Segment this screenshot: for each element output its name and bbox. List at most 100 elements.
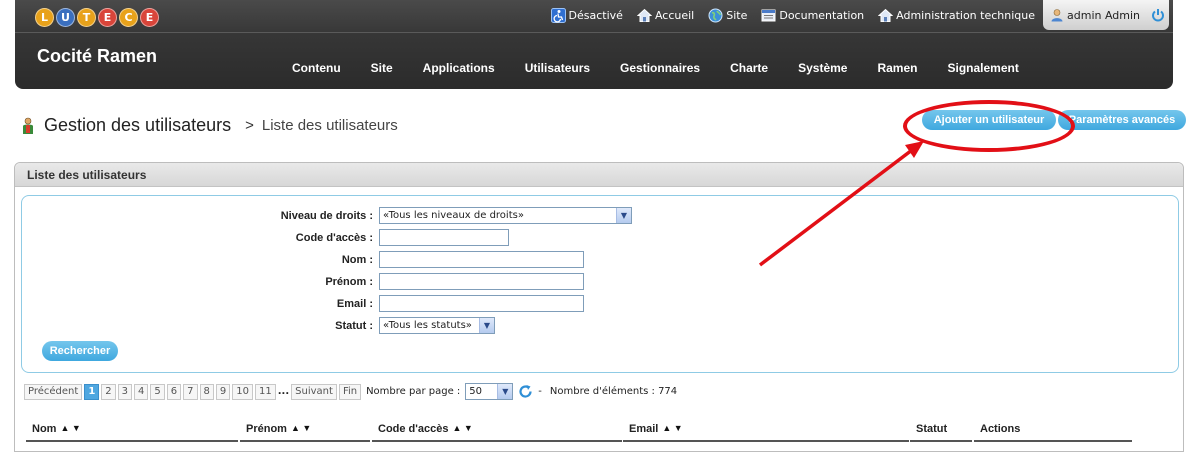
email-label: Email :: [336, 297, 373, 310]
pagination-ellipsis: ...: [277, 386, 290, 397]
top-header: L U T E C E Désactivé Accueil Site Docum…: [15, 0, 1173, 89]
status-label: Statut :: [335, 319, 373, 332]
filter-row-first-name: Prénom :: [22, 273, 584, 290]
nav-item-contenu[interactable]: Contenu: [277, 61, 356, 75]
first-name-input[interactable]: [379, 273, 584, 290]
pagination-page[interactable]: 11: [255, 383, 276, 400]
header-top-bar: L U T E C E Désactivé Accueil Site Docum…: [15, 0, 1173, 33]
refresh-icon[interactable]: [518, 384, 533, 399]
column-label: Prénom: [246, 423, 287, 435]
page-subtitle: Liste des utilisateurs: [261, 117, 398, 134]
breadcrumb-separator: >: [245, 117, 254, 134]
level-select[interactable]: «Tous les niveaux de droits» ▼: [379, 207, 632, 224]
column-header-email[interactable]: Email ▲ ▼: [623, 420, 909, 442]
column-label: Statut: [916, 423, 948, 435]
nav-item-applications[interactable]: Applications: [408, 61, 510, 75]
nav-item-gestionnaires[interactable]: Gestionnaires: [605, 61, 715, 75]
column-header-status: Statut: [910, 420, 972, 442]
user-icon: [1050, 8, 1064, 22]
pagination-page[interactable]: 3: [117, 383, 133, 400]
access-code-label: Code d'accès :: [295, 231, 373, 244]
home-link[interactable]: Accueil: [636, 8, 695, 23]
site-link[interactable]: Site: [708, 8, 747, 23]
pagination-page[interactable]: 6: [166, 383, 182, 400]
lutece-logo[interactable]: L U T E C E: [35, 8, 159, 29]
filter-row-status: Statut : «Tous les statuts» ▼: [22, 317, 495, 334]
email-input[interactable]: [379, 295, 584, 312]
column-label: Nom: [32, 423, 57, 435]
filter-row-access-code: Code d'accès :: [22, 229, 509, 246]
sort-icon[interactable]: ▲ ▼: [452, 423, 472, 440]
access-code-input[interactable]: [379, 229, 509, 246]
per-page-label: Nombre par page :: [366, 386, 461, 397]
search-filters: Niveau de droits : «Tous les niveaux de …: [21, 195, 1179, 373]
logo-letter: T: [77, 8, 96, 27]
filter-row-email: Email :: [22, 295, 584, 312]
column-header-last-name[interactable]: Nom ▲ ▼: [26, 420, 238, 442]
user-name[interactable]: admin Admin: [1067, 9, 1140, 22]
column-label: Actions: [980, 423, 1021, 435]
pagination-page[interactable]: 10: [232, 383, 254, 400]
status-select-value: «Tous les statuts»: [383, 320, 472, 331]
documentation-link[interactable]: Documentation: [761, 8, 864, 23]
accessibility-link[interactable]: Désactivé: [550, 8, 623, 23]
advanced-settings-button[interactable]: Paramètres avancés: [1058, 110, 1186, 130]
page-title: Gestion des utilisateurs > Liste des uti…: [20, 115, 398, 136]
nav-item-signalement[interactable]: Signalement: [932, 61, 1033, 75]
logout-icon[interactable]: [1151, 8, 1165, 22]
pagination-page[interactable]: 1: [84, 383, 100, 400]
pagination: Précédent 1 2 3 4 5 6 7 8 9 10 11 ... Su…: [24, 383, 680, 400]
nav-item-site[interactable]: Site: [356, 61, 408, 75]
technical-admin-link-label: Administration technique: [896, 9, 1035, 22]
site-name[interactable]: Cocité Ramen: [37, 46, 157, 67]
pagination-last[interactable]: Fin: [338, 383, 362, 400]
top-links: Désactivé Accueil Site Documentation Adm…: [550, 8, 1035, 23]
logo-letter: L: [35, 8, 54, 27]
nav-item-utilisateurs[interactable]: Utilisateurs: [510, 61, 605, 75]
page-title-text: Gestion des utilisateurs: [44, 115, 232, 135]
count-separator: -: [538, 386, 542, 397]
chevron-down-icon: ▼: [497, 384, 513, 399]
column-header-actions: Actions: [974, 420, 1132, 442]
sort-icon[interactable]: ▲ ▼: [662, 423, 682, 440]
pagination-page[interactable]: 4: [134, 383, 149, 400]
status-select[interactable]: «Tous les statuts» ▼: [379, 317, 495, 334]
last-name-input[interactable]: [379, 251, 584, 268]
home-link-label: Accueil: [654, 9, 695, 22]
chevron-down-icon: ▼: [616, 208, 631, 223]
logo-letter: E: [98, 8, 117, 27]
logo-letter: C: [119, 8, 138, 27]
document-icon: [761, 8, 776, 23]
last-name-label: Nom :: [341, 253, 373, 266]
technical-admin-link[interactable]: Administration technique: [878, 8, 1035, 23]
search-button[interactable]: Rechercher: [42, 341, 118, 361]
sort-icon[interactable]: ▲ ▼: [291, 423, 311, 440]
per-page-select[interactable]: 50 ▼: [465, 383, 514, 400]
chevron-down-icon: ▼: [479, 318, 494, 333]
column-header-access-code[interactable]: Code d'accès ▲ ▼: [372, 420, 622, 442]
users-icon: [20, 117, 36, 135]
nav-item-ramen[interactable]: Ramen: [862, 61, 932, 75]
users-table-header: Nom ▲ ▼ Prénom ▲ ▼ Code d'accès ▲ ▼ Emai…: [26, 420, 1132, 442]
add-user-button[interactable]: Ajouter un utilisateur: [922, 110, 1056, 130]
sort-icon[interactable]: ▲ ▼: [60, 423, 80, 440]
accessibility-link-label: Désactivé: [568, 9, 623, 22]
pagination-page[interactable]: 5: [150, 383, 165, 400]
pagination-page[interactable]: 7: [183, 383, 198, 400]
per-page-value: 50: [469, 386, 483, 397]
pagination-page[interactable]: 8: [199, 383, 214, 400]
users-list-panel: Liste des utilisateurs Niveau de droits …: [14, 162, 1184, 452]
pagination-page[interactable]: 9: [215, 383, 231, 400]
pagination-prev[interactable]: Précédent: [24, 383, 83, 400]
column-header-first-name[interactable]: Prénom ▲ ▼: [240, 420, 370, 442]
home-icon: [636, 8, 652, 23]
column-label: Code d'accès: [378, 423, 449, 435]
level-select-value: «Tous les niveaux de droits»: [383, 210, 524, 221]
accessibility-icon: [550, 8, 566, 23]
nav-item-systeme[interactable]: Système: [783, 61, 862, 75]
filter-row-level: Niveau de droits : «Tous les niveaux de …: [22, 207, 632, 224]
pagination-next[interactable]: Suivant: [291, 383, 337, 400]
nav-item-charte[interactable]: Charte: [715, 61, 783, 75]
pagination-page[interactable]: 2: [101, 383, 116, 400]
home-icon: [878, 8, 894, 23]
